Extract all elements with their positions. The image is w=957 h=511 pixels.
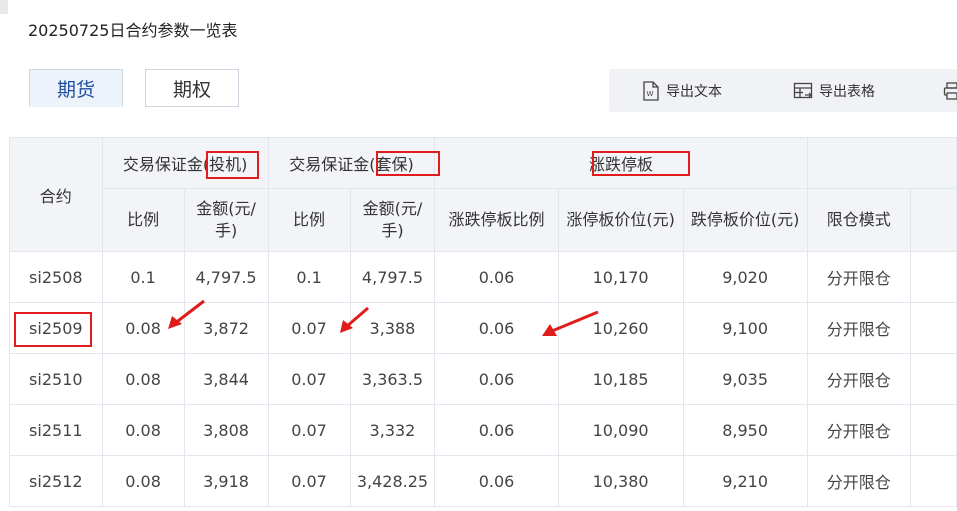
- page-title: 20250725日合约参数一览表: [28, 21, 238, 40]
- amount-hedge-line1: 金额(元/: [362, 199, 423, 218]
- subheader-amount-hedge: 金额(元/手): [349, 188, 436, 252]
- table-row: si2510 0.08 3,844 0.07 3,363.5 0.06 10,185 9,03…: [9, 353, 957, 405]
- cell-position-mode: 分开限仓: [806, 251, 911, 303]
- subheader-limit-up: 涨停板价位(元): [557, 188, 684, 252]
- cell-ratio-spec: 0.08: [101, 353, 185, 405]
- cell-limit-up: 10,185: [557, 353, 684, 405]
- cell-limit-down: 9,020: [682, 251, 808, 303]
- cell-contract: si2510: [9, 353, 103, 405]
- table-export-icon: [793, 81, 813, 101]
- amount-spec-line2: 手): [214, 221, 238, 240]
- cell-ratio-hedge: 0.07: [267, 302, 351, 354]
- cell-position-mode: 分开限仓: [806, 353, 911, 405]
- cell-limit-down: 8,950: [682, 404, 808, 456]
- cell-blank: [909, 302, 957, 354]
- margin-hedge-suffix: (套保): [369, 155, 414, 174]
- cell-contract: si2511: [9, 404, 103, 456]
- tab-options[interactable]: 期权: [145, 69, 239, 107]
- subheader-limit-ratio: 涨跌停板比例: [434, 188, 559, 252]
- header-price-limit: 涨跌停板: [434, 137, 808, 189]
- cell-ratio-hedge: 0.07: [267, 455, 351, 507]
- cell-ratio-spec: 0.1: [101, 251, 185, 303]
- subheader-ratio-spec: 比例: [101, 188, 185, 252]
- margin-hedge-prefix: 交易保证金: [289, 155, 370, 174]
- export-table-button[interactable]: 导出表格: [793, 69, 875, 112]
- print-icon: [943, 81, 957, 101]
- cell-ratio-spec: 0.08: [101, 455, 185, 507]
- header-contract: 合约: [9, 137, 103, 252]
- cell-contract: si2512: [9, 455, 103, 507]
- print-button[interactable]: [943, 69, 957, 112]
- cell-amount-hedge: 3,332: [349, 404, 436, 456]
- cell-contract: si2508: [9, 251, 103, 303]
- subheader-ratio-hedge: 比例: [267, 188, 351, 252]
- cell-blank: [909, 455, 957, 507]
- cell-limit-up: 10,170: [557, 251, 684, 303]
- cell-ratio-spec: 0.08: [101, 302, 185, 354]
- cell-blank: [909, 251, 957, 303]
- svg-text:W: W: [647, 90, 654, 98]
- amount-spec-line1: 金额(元/: [196, 199, 256, 218]
- amount-hedge-line2: 手): [381, 221, 404, 240]
- cell-limit-ratio: 0.06: [434, 455, 559, 507]
- cell-ratio-hedge: 0.1: [267, 251, 351, 303]
- cell-amount-spec: 4,797.5: [183, 251, 269, 303]
- export-table-label: 导出表格: [819, 83, 875, 100]
- cell-amount-spec: 3,918: [183, 455, 269, 507]
- export-toolbar: W 导出文本 导出表格: [609, 69, 957, 112]
- cell-amount-spec: 3,808: [183, 404, 269, 456]
- cell-limit-up: 10,260: [557, 302, 684, 354]
- cell-position-mode: 分开限仓: [806, 302, 911, 354]
- cell-amount-hedge: 3,388: [349, 302, 436, 354]
- cell-limit-up: 10,380: [557, 455, 684, 507]
- cell-amount-hedge: 3,363.5: [349, 353, 436, 405]
- cell-limit-ratio: 0.06: [434, 353, 559, 405]
- cell-blank: [909, 404, 957, 456]
- table-row: si2511 0.08 3,808 0.07 3,332 0.06 10,090 8,950 分…: [9, 404, 957, 456]
- cell-amount-hedge: 3,428.25: [349, 455, 436, 507]
- subheader-position-mode: 限仓模式: [806, 188, 911, 252]
- cell-limit-down: 9,100: [682, 302, 808, 354]
- subheader-amount-spec: 金额(元/手): [183, 188, 269, 252]
- table-row: si2512 0.08 3,918 0.07 3,428.25 0.06 10,380 9,2…: [9, 455, 957, 507]
- header-blank: [806, 137, 957, 189]
- word-doc-icon: W: [642, 80, 660, 101]
- cell-amount-spec: 3,872: [183, 302, 269, 354]
- margin-spec-suffix: (投机): [202, 155, 248, 174]
- subheader-blank: [909, 188, 957, 252]
- header-margin-speculative: 交易保证金(投机): [101, 137, 269, 189]
- contract-params-table: 合约 交易保证金(投机) 交易保证金(套保) 涨跌停板 比例 金额(元/手) 比…: [9, 137, 957, 507]
- cell-limit-up: 10,090: [557, 404, 684, 456]
- cell-limit-ratio: 0.06: [434, 404, 559, 456]
- cell-amount-hedge: 4,797.5: [349, 251, 436, 303]
- corner-fragment: [0, 0, 8, 14]
- cell-ratio-hedge: 0.07: [267, 404, 351, 456]
- cell-limit-down: 9,035: [682, 353, 808, 405]
- export-text-button[interactable]: W 导出文本: [642, 69, 722, 112]
- cell-position-mode: 分开限仓: [806, 404, 911, 456]
- header-margin-hedge: 交易保证金(套保): [267, 137, 436, 189]
- cell-limit-ratio: 0.06: [434, 251, 559, 303]
- table-row: si2509 0.08 3,872 0.07 3,388 0.06 10,260 9,100 分…: [9, 302, 957, 354]
- tab-futures[interactable]: 期货: [29, 69, 123, 107]
- subheader-limit-down: 跌停板价位(元): [682, 188, 808, 252]
- cell-position-mode: 分开限仓: [806, 455, 911, 507]
- cell-amount-spec: 3,844: [183, 353, 269, 405]
- table-row: si2508 0.1 4,797.5 0.1 4,797.5 0.06 10,170 9,02…: [9, 251, 957, 303]
- cell-ratio-spec: 0.08: [101, 404, 185, 456]
- cell-ratio-hedge: 0.07: [267, 353, 351, 405]
- export-text-label: 导出文本: [666, 83, 722, 100]
- cell-limit-down: 9,210: [682, 455, 808, 507]
- cell-blank: [909, 353, 957, 405]
- margin-spec-prefix: 交易保证金: [122, 155, 203, 174]
- cell-contract: si2509: [9, 302, 103, 354]
- cell-limit-ratio: 0.06: [434, 302, 559, 354]
